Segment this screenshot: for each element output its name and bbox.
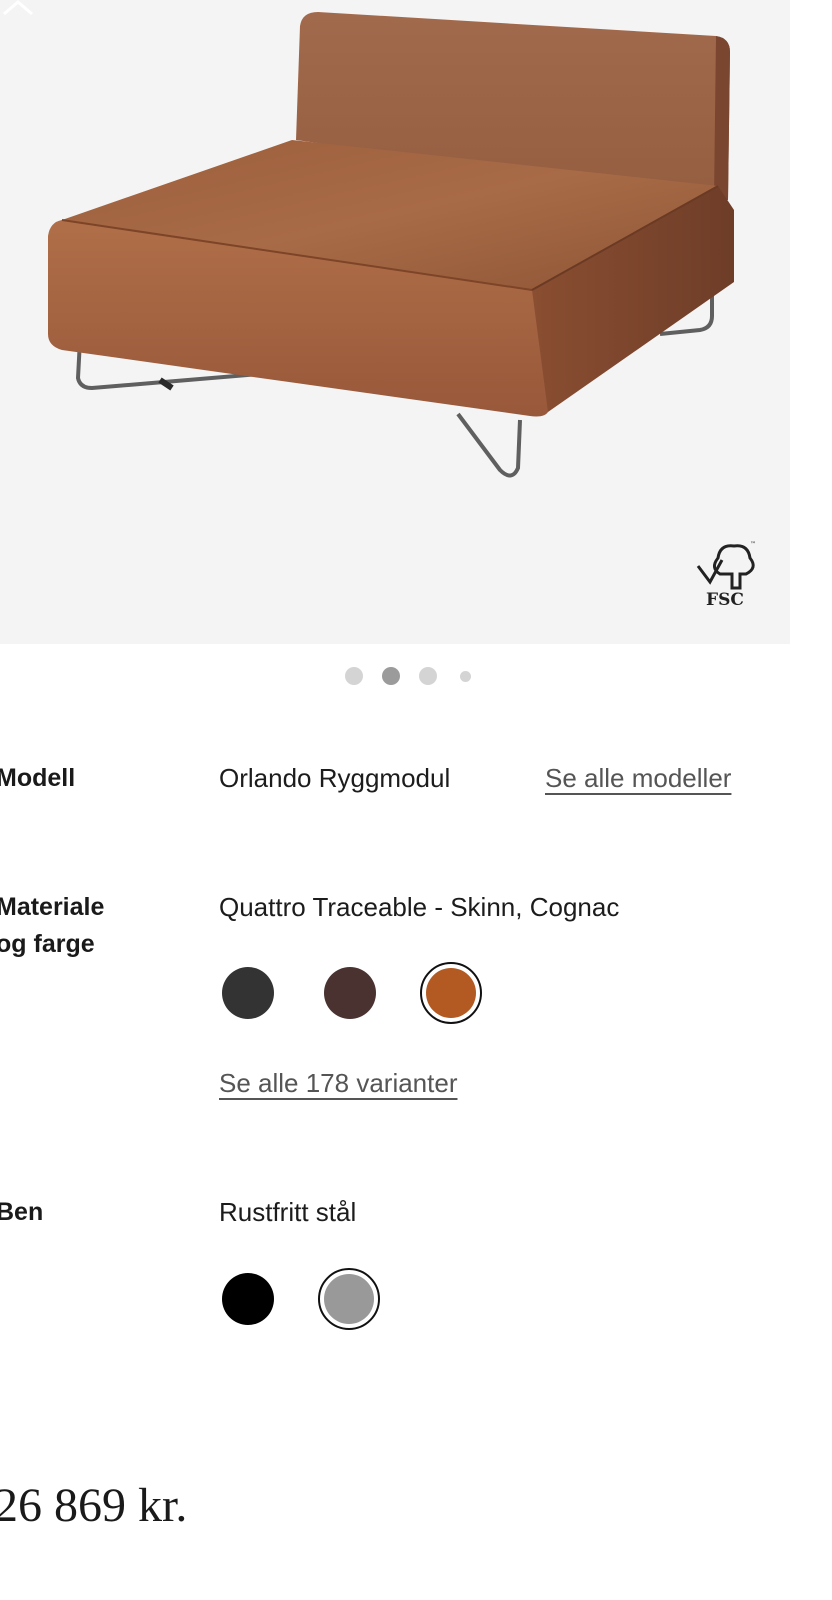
fsc-label: FSC [706,590,744,610]
product-image[interactable]: ™ FSC [0,0,790,644]
hero-edge [790,0,832,644]
sofa-module-illustration [48,12,734,478]
swatch-dark-brown[interactable] [324,967,376,1019]
see-all-variants-link[interactable]: Se alle 178 varianter [219,1066,457,1100]
close-icon[interactable] [0,0,40,20]
swatch-dark-grey[interactable] [222,967,274,1019]
model-value: Orlando Ryggmodul [219,763,451,793]
swatch-black[interactable] [222,1273,274,1325]
price: 26 869 kr. [0,1479,188,1532]
fsc-tree-icon: ™ [696,541,756,590]
carousel-dot-3[interactable] [419,667,437,685]
swatch-stainless-steel[interactable] [318,1268,380,1330]
material-label-line2: og farge [0,930,95,958]
carousel-dot-4[interactable] [460,671,471,682]
legs-label: Ben [0,1198,44,1226]
material-value: Quattro Traceable - Skinn, Cognac [219,892,620,922]
fsc-logo: ™ FSC [690,538,760,610]
legs-value: Rustfritt stål [219,1197,357,1227]
swatch-cognac[interactable] [420,962,482,1024]
model-label: Modell [0,764,76,792]
carousel-dots [0,664,832,688]
carousel-dot-1[interactable] [345,667,363,685]
svg-text:™: ™ [750,541,756,548]
material-label-line1: Materiale [0,893,105,921]
see-all-models-link[interactable]: Se alle modeller [545,761,731,795]
carousel-dot-2[interactable] [382,667,400,685]
